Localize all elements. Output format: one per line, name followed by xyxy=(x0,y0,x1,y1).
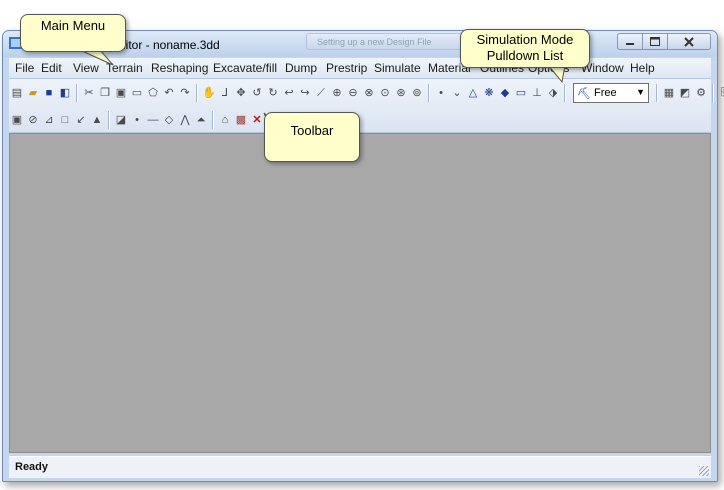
callout-toolbar: Toolbar xyxy=(264,112,360,162)
callout-simulation-mode-line1: Simulation Mode xyxy=(476,32,574,47)
callout-pointers xyxy=(79,49,566,133)
callout-toolbar-text: Toolbar xyxy=(290,123,334,138)
callout-simulation-mode: Simulation Mode Pulldown List xyxy=(460,29,590,68)
callout-main-menu-text: Main Menu xyxy=(40,18,106,33)
callout-simulation-mode-line2: Pulldown List xyxy=(486,48,564,63)
callout-main-menu: Main Menu xyxy=(20,14,126,52)
